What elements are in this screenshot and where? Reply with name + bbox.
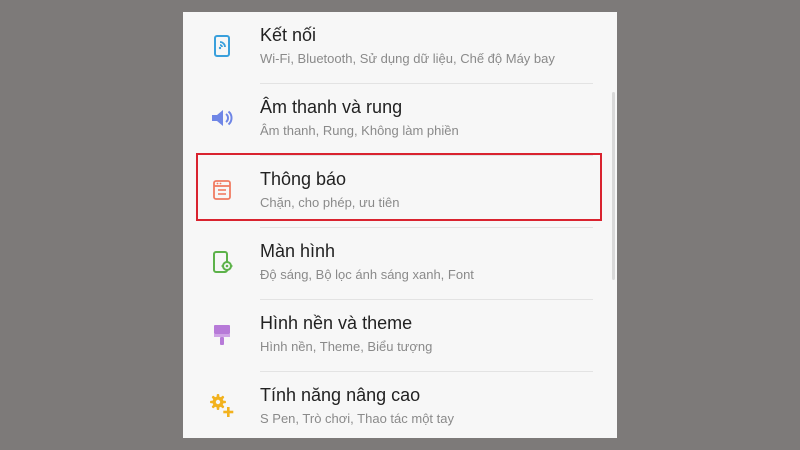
notifications-icon (207, 175, 237, 205)
settings-item-wallpaper[interactable]: Hình nền và theme Hình nền, Theme, Biểu … (183, 300, 617, 372)
settings-item-subtitle: Độ sáng, Bộ lọc ánh sáng xanh, Font (260, 267, 474, 282)
settings-item-title: Màn hình (260, 241, 336, 261)
settings-item-subtitle: S Pen, Trò chơi, Thao tác một tay (260, 411, 454, 426)
settings-item-title: Âm thanh và rung (260, 97, 403, 117)
settings-item-title: Kết nối (260, 25, 317, 45)
settings-item-title: Hình nền và theme (260, 313, 413, 333)
connections-icon (207, 31, 237, 61)
settings-item-title: Thông báo (260, 169, 347, 189)
display-settings-icon (207, 247, 237, 277)
settings-item-connections[interactable]: Kết nối Wi-Fi, Bluetooth, Sử dụng dữ liệ… (183, 12, 617, 84)
settings-item-title: Tính năng nâng cao (260, 385, 421, 405)
advanced-gears-icon (207, 391, 237, 421)
settings-item-subtitle: Chặn, cho phép, ưu tiên (260, 195, 400, 210)
settings-item-subtitle: Wi-Fi, Bluetooth, Sử dụng dữ liệu, Chế đ… (260, 51, 555, 66)
speaker-icon (207, 103, 237, 133)
settings-item-advanced[interactable]: Tính năng nâng cao S Pen, Trò chơi, Thao… (183, 372, 617, 438)
settings-item-notifications[interactable]: Thông báo Chặn, cho phép, ưu tiên (183, 156, 617, 228)
settings-item-display[interactable]: Màn hình Độ sáng, Bộ lọc ánh sáng xanh, … (183, 228, 617, 300)
settings-panel: Kết nối Wi-Fi, Bluetooth, Sử dụng dữ liệ… (183, 12, 617, 438)
settings-item-subtitle: Hình nền, Theme, Biểu tượng (260, 339, 433, 354)
settings-item-subtitle: Âm thanh, Rung, Không làm phiền (260, 123, 459, 138)
scrollbar[interactable] (612, 92, 615, 280)
paintbrush-icon (207, 319, 237, 349)
settings-item-sound[interactable]: Âm thanh và rung Âm thanh, Rung, Không l… (183, 84, 617, 156)
